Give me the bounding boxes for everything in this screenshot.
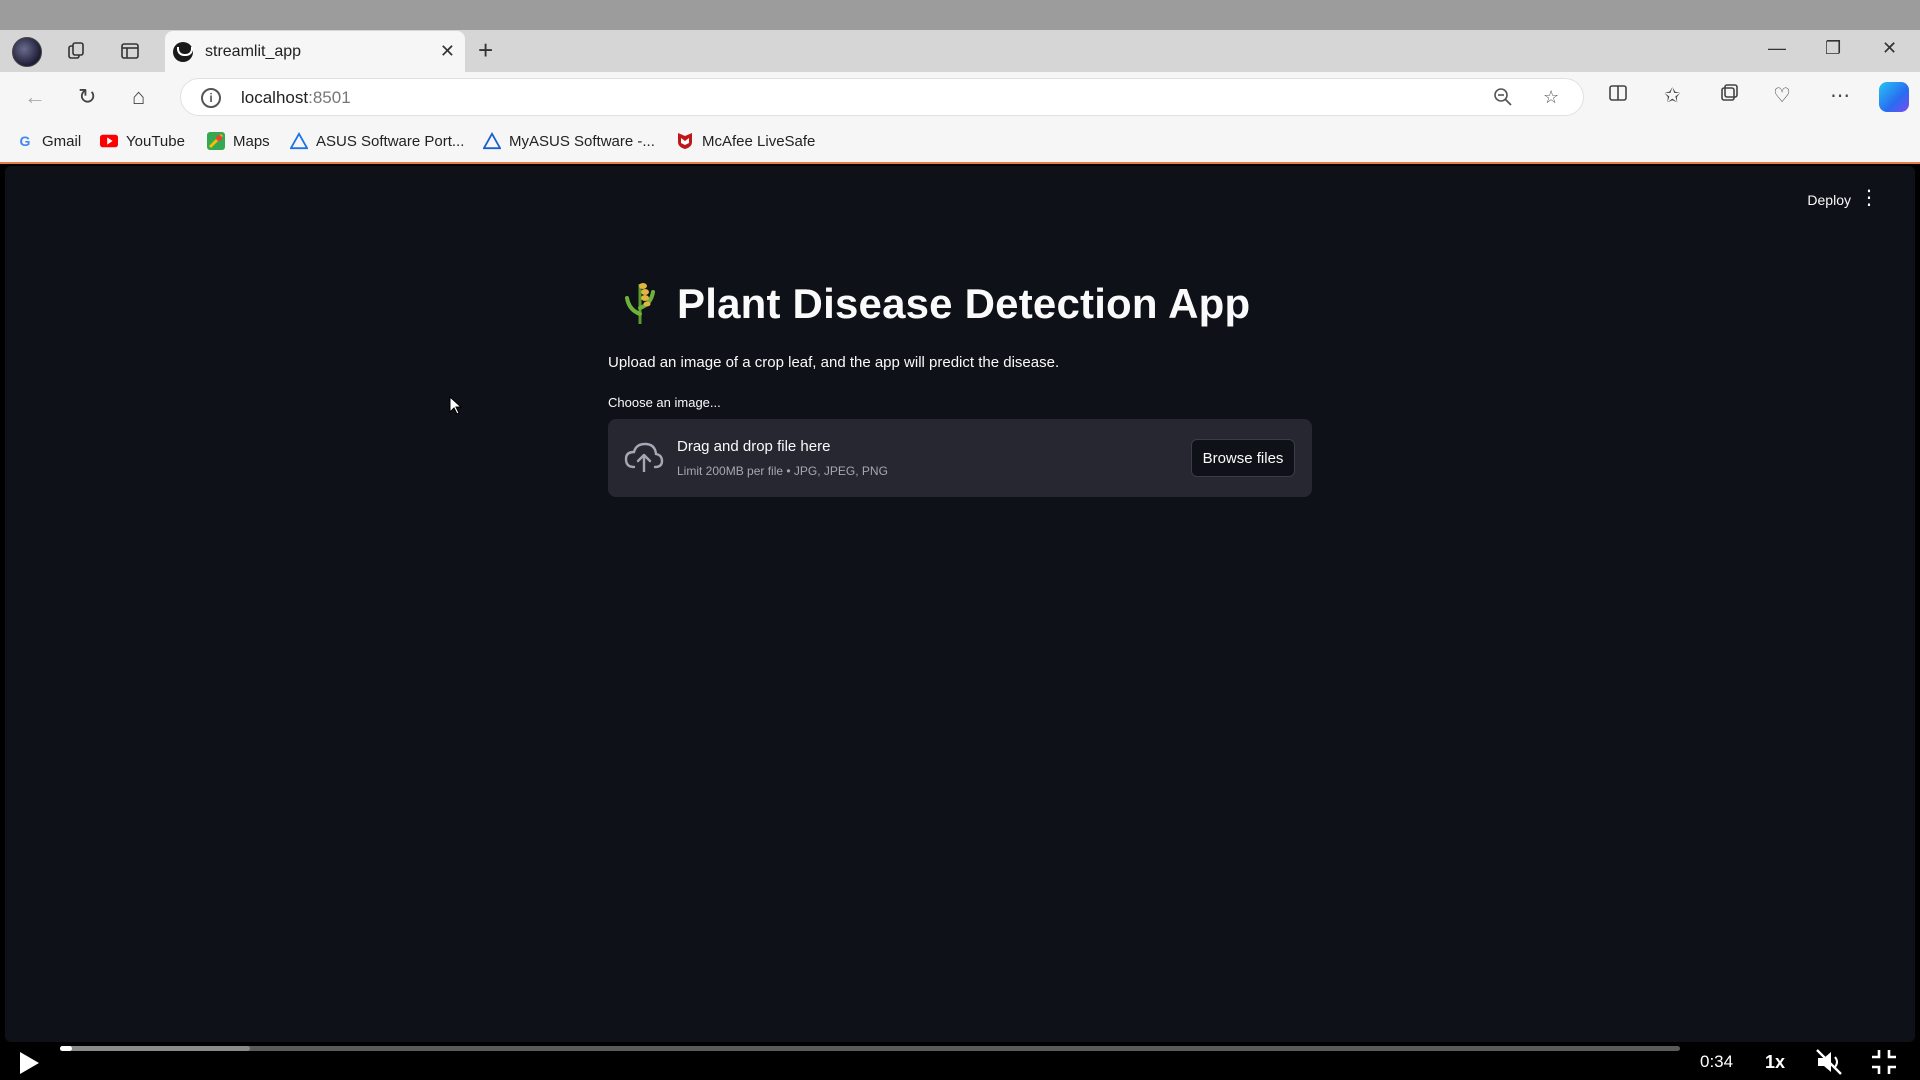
dropzone-limit-text: Limit 200MB per file • JPG, JPEG, PNG [677, 464, 888, 478]
browse-files-button[interactable]: Browse files [1191, 439, 1295, 477]
close-window-icon[interactable]: ✕ [1882, 38, 1897, 59]
uploader-label: Choose an image... [608, 395, 721, 410]
file-dropzone[interactable]: Drag and drop file here Limit 200MB per … [608, 419, 1312, 497]
zoom-icon[interactable] [1493, 87, 1513, 112]
vertical-tabs-icon[interactable] [115, 36, 145, 66]
address-bar[interactable]: i localhost:8501 ☆ [180, 78, 1584, 116]
bookmarks-bar: G Gmail YouTube Maps ASUS Software Port.… [0, 122, 1920, 164]
bookmark-myasus[interactable]: MyASUS Software -... [483, 132, 655, 150]
exit-fullscreen-icon[interactable] [1870, 1048, 1898, 1076]
page-subtitle: Upload an image of a crop leaf, and the … [608, 354, 1060, 371]
site-info-icon[interactable]: i [201, 88, 221, 108]
back-icon[interactable]: ← [24, 84, 46, 110]
profile-avatar[interactable] [12, 37, 42, 67]
video-buffer-bar [60, 1046, 250, 1051]
url-text[interactable]: localhost:8501 [241, 88, 351, 108]
browser-essentials-icon[interactable]: ♡ [1773, 83, 1791, 108]
mcafee-icon [676, 132, 694, 150]
new-tab-icon[interactable]: + [478, 37, 493, 63]
refresh-icon[interactable]: ↻ [78, 84, 96, 110]
tab-streamlit-app[interactable]: streamlit_app ✕ [165, 31, 465, 72]
home-icon[interactable]: ⌂ [132, 84, 145, 110]
cloud-upload-icon [624, 442, 664, 472]
bookmark-youtube[interactable]: YouTube [100, 132, 185, 150]
more-menu-icon[interactable]: ⋯ [1830, 83, 1850, 108]
video-progress-fill [60, 1046, 72, 1051]
main-menu-icon[interactable]: ⋮ [1859, 188, 1879, 208]
favorite-star-icon[interactable]: ☆ [1543, 87, 1559, 108]
bookmark-gmail[interactable]: G Gmail [16, 132, 82, 150]
mouse-cursor-icon [449, 396, 463, 415]
tab-title: streamlit_app [205, 43, 302, 60]
video-player-controls: 0:34 1x [0, 1042, 1920, 1080]
myasus-icon [483, 132, 501, 150]
mute-icon[interactable] [1815, 1048, 1845, 1076]
google-icon: G [19, 133, 31, 149]
youtube-icon [100, 132, 118, 150]
close-tab-icon[interactable]: ✕ [440, 41, 455, 62]
streamlit-favicon-icon [173, 42, 193, 62]
playback-speed-button[interactable]: 1x [1765, 1052, 1785, 1073]
dropzone-instruction: Drag and drop file here [677, 438, 831, 455]
video-time: 0:34 [1700, 1052, 1734, 1071]
favorites-list-icon[interactable]: ✩ [1664, 83, 1681, 108]
crop-logo-icon [625, 283, 655, 324]
page-title: Plant Disease Detection App [677, 280, 1251, 327]
workspaces-icon[interactable] [62, 36, 92, 66]
minimize-icon[interactable]: — [1768, 38, 1786, 59]
bookmark-asus[interactable]: ASUS Software Port... [290, 132, 464, 150]
maps-icon [207, 132, 225, 150]
split-screen-icon[interactable] [1608, 83, 1628, 109]
streamlit-app-viewport: Deploy ⋮ Plant Disease Detection App Upl… [5, 166, 1915, 1042]
browser-toolbar: ← ↻ ⌂ i localhost:8501 ☆ ✩ ♡ ⋯ [0, 72, 1920, 122]
video-progress-bar[interactable] [60, 1046, 1680, 1051]
video-frame-top-strip [0, 0, 1920, 30]
browser-tab-bar: streamlit_app ✕ + — ❐ ✕ [0, 30, 1920, 72]
bookmark-mcafee[interactable]: McAfee LiveSafe [676, 132, 815, 150]
play-icon[interactable] [20, 1052, 39, 1074]
deploy-button[interactable]: Deploy [1807, 192, 1851, 208]
bookmark-maps[interactable]: Maps [207, 132, 270, 150]
copilot-icon[interactable] [1879, 82, 1909, 112]
asus-icon [290, 132, 308, 150]
restore-icon[interactable]: ❐ [1825, 38, 1841, 59]
collections-icon[interactable] [1719, 83, 1739, 109]
